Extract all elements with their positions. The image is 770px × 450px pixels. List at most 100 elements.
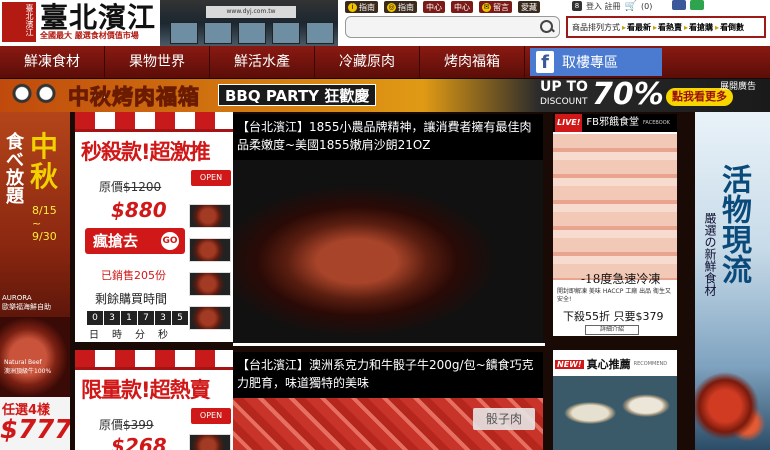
storefront-window bbox=[170, 22, 198, 44]
nav-seafood[interactable]: 鮮活水產 bbox=[210, 46, 315, 78]
recommend-title: 真心推薦 bbox=[586, 358, 631, 371]
favorite-link[interactable]: 愛藏 bbox=[518, 1, 540, 13]
live-panel[interactable]: LIVE! FB邪餓食堂 FACEBOOK -18度急速冷凍 開封即解凍 美味 … bbox=[553, 114, 677, 336]
banner-title: 中秋烤肉福箱 bbox=[68, 85, 200, 110]
right-ad-crab-photo bbox=[695, 362, 770, 450]
user-icon: 8 bbox=[572, 1, 582, 11]
nav-fruit[interactable]: 果物世界 bbox=[105, 46, 210, 78]
live-deal: 下殺55折 只要$379 bbox=[563, 310, 664, 323]
deal-thumbnail[interactable] bbox=[189, 204, 231, 228]
sold-count: 已銷售205份 bbox=[101, 269, 166, 282]
logo-seal: 臺北濱江 bbox=[2, 2, 36, 42]
original-price: 原價$399 bbox=[99, 418, 154, 432]
recommend-photo[interactable] bbox=[553, 376, 677, 450]
cart-icon[interactable]: 🛒 bbox=[625, 1, 637, 12]
storefront-window bbox=[306, 22, 334, 44]
live-header: LIVE! FB邪餓食堂 FACEBOOK bbox=[553, 114, 677, 132]
grab-button[interactable]: 瘋搶去 GO bbox=[85, 228, 185, 254]
left-ad-aurora: AURORA 歐樂福海鮮自助 bbox=[2, 294, 51, 311]
nav-fb-pickup[interactable]: f 取樓專區 bbox=[530, 48, 662, 76]
guide-link-1[interactable]: i 指南 bbox=[345, 1, 378, 13]
left-ad-promo: 任選4樣 $777 bbox=[0, 397, 70, 450]
message-link[interactable]: ✉ 留言 bbox=[479, 1, 512, 13]
awning-stripes bbox=[75, 112, 233, 132]
sort-options: 商品排列方式 看最新 看熱賣 看搶購 看倒數 bbox=[566, 16, 766, 38]
login-register-link[interactable]: 登入 註冊 bbox=[586, 1, 621, 12]
deal-card: 秒殺款!超激推 原價$1200 $880 瘋搶去 GO 已銷售205份 剩餘購買… bbox=[75, 112, 233, 342]
search-input[interactable] bbox=[352, 20, 532, 34]
deal-headline: 限量款!超熱賣 bbox=[81, 378, 211, 402]
right-side-ad[interactable]: 活物現流 嚴選の新鮮食材 bbox=[695, 112, 770, 450]
sale-price: $880 bbox=[111, 198, 167, 222]
left-ad-natural: Natural Beef 澳洲頂級牛100% bbox=[4, 359, 52, 375]
search-icon[interactable] bbox=[539, 19, 555, 35]
right-ad-sub: 嚴選の新鮮食材 bbox=[703, 212, 717, 296]
live-product-photo[interactable] bbox=[553, 134, 677, 280]
social-links bbox=[672, 0, 704, 10]
go-icon: GO bbox=[161, 232, 179, 250]
sort-hot[interactable]: 看熱賣 bbox=[653, 22, 682, 33]
cart-count[interactable]: (0) bbox=[641, 2, 652, 11]
storefront-sign: www.dyj.com.tw bbox=[206, 6, 296, 18]
product-card[interactable]: 【台北濱江】澳洲系克力和牛骰子牛200g/包~饋食巧克力肥育，味道獨特的美味 骰… bbox=[233, 352, 543, 450]
info-icon: i bbox=[348, 2, 357, 12]
left-ad-big: 中秋 bbox=[30, 130, 59, 193]
site-logo[interactable]: 臺北濱江 臺北濱江 全國最大 嚴選食材價值市場 bbox=[0, 0, 160, 46]
banner-upto: UP TO bbox=[540, 79, 588, 95]
sale-price: $268 bbox=[111, 434, 167, 450]
remaining-time-label: 剩餘購買時間 bbox=[95, 292, 168, 306]
sort-flash[interactable]: 看搶購 bbox=[684, 22, 713, 33]
storefront-window bbox=[272, 22, 300, 44]
awning-stripes bbox=[75, 350, 233, 370]
deal-thumbnail[interactable] bbox=[189, 306, 231, 330]
new-badge: NEW! bbox=[555, 359, 584, 369]
center-link-2[interactable]: 中心 bbox=[451, 1, 473, 13]
storefront-window bbox=[238, 22, 266, 44]
recommend-header: NEW! 真心推薦 RECOMMEND bbox=[553, 350, 677, 378]
live-fb: FACEBOOK bbox=[643, 120, 670, 126]
deal-thumbnail[interactable] bbox=[189, 272, 231, 296]
facebook-icon[interactable] bbox=[672, 0, 686, 10]
product-title[interactable]: 【台北濱江】1855小農品牌精神，讓消費者擁有最佳肉品柔嫩度~美國1855嫩肩沙… bbox=[233, 114, 543, 154]
product-title[interactable]: 【台北濱江】澳洲系克力和牛骰子牛200g/包~饋食巧克力肥育，味道獨特的美味 bbox=[233, 352, 543, 392]
nav-bbq-box[interactable]: 烤肉福箱 bbox=[420, 46, 525, 78]
center-link-1[interactable]: 中心 bbox=[423, 1, 445, 13]
right-ad-big: 活物現流 bbox=[716, 164, 751, 284]
storefront-window bbox=[204, 22, 232, 44]
live-description: 開封即解凍 美味 HACCP 工廠 出品 衛生又安全! bbox=[557, 288, 672, 303]
facebook-icon: f bbox=[536, 51, 554, 73]
deal-thumbnail[interactable] bbox=[189, 238, 231, 262]
expand-ad-link[interactable]: 展開廣告 bbox=[720, 79, 756, 92]
recommend-sub: RECOMMEND bbox=[633, 361, 668, 367]
grill-icon bbox=[4, 83, 64, 109]
line-icon[interactable] bbox=[690, 0, 704, 10]
left-ad-promo-price: $777 bbox=[0, 415, 70, 445]
logo-tagline: 全國最大 嚴選食材價值市場 bbox=[40, 31, 139, 40]
left-side-ad[interactable]: 食べ放題 中秋 8/15 ~ 9/30 AURORA 歐樂福海鮮自助 Natur… bbox=[0, 112, 70, 450]
guide-link-2[interactable]: ◎ 指南 bbox=[384, 1, 417, 13]
sort-countdown[interactable]: 看倒數 bbox=[715, 22, 744, 33]
live-logo: -18度急速冷凍 bbox=[581, 272, 661, 286]
product-card[interactable]: 【台北濱江】1855小農品牌精神，讓消費者擁有最佳肉品柔嫩度~美國1855嫩肩沙… bbox=[233, 114, 543, 344]
main-nav: 鮮凍食材 果物世界 鮮活水產 冷藏原肉 烤肉福箱 f 取樓專區 bbox=[0, 46, 770, 78]
divider bbox=[233, 343, 545, 346]
original-price: 原價$1200 bbox=[99, 180, 162, 194]
deal-headline: 秒殺款!超激推 bbox=[81, 140, 211, 164]
live-badge: LIVE! bbox=[555, 114, 583, 132]
storefront-photo: www.dyj.com.tw bbox=[160, 0, 338, 46]
banner-party: BBQ PARTY 狂歡慶 bbox=[218, 84, 377, 106]
banner-discount: DISCOUNT bbox=[540, 97, 588, 107]
product-photo[interactable] bbox=[233, 160, 543, 344]
sort-newest[interactable]: 看最新 bbox=[622, 22, 651, 33]
recommend-panel[interactable]: NEW! 真心推薦 RECOMMEND bbox=[553, 350, 677, 450]
left-ad-meat-photo bbox=[0, 317, 70, 397]
header-icon-links: i 指南 ◎ 指南 中心 中心 ✉ 留言 愛藏 bbox=[345, 0, 540, 14]
promo-banner[interactable]: 中秋烤肉福箱 BBQ PARTY 狂歡慶 UP TO DISCOUNT 70% … bbox=[0, 79, 770, 112]
top-header: 臺北濱江 臺北濱江 全國最大 嚴選食材價值市場 www.dyj.com.tw i… bbox=[0, 0, 770, 46]
detail-button[interactable]: 詳細介紹 bbox=[585, 325, 639, 335]
nav-chilled-meat[interactable]: 冷藏原肉 bbox=[315, 46, 420, 78]
open-badge: OPEN bbox=[191, 170, 231, 186]
deal-thumbnail[interactable] bbox=[189, 434, 231, 450]
open-badge: OPEN bbox=[191, 408, 231, 424]
nav-frozen[interactable]: 鮮凍食材 bbox=[0, 46, 105, 78]
